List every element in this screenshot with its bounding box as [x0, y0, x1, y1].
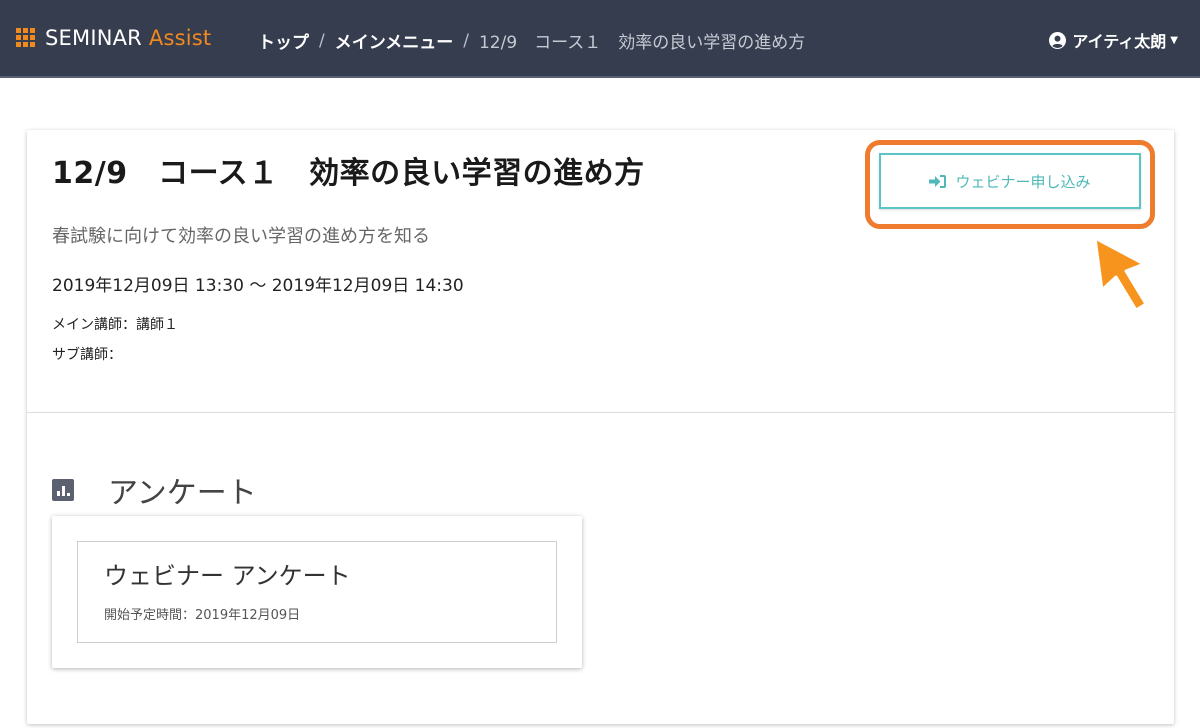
user-menu-dropdown[interactable]: アイティ太朗 ▼ [1049, 28, 1178, 52]
survey-item[interactable]: ウェビナー アンケート 開始予定時間：2019年12月09日 [77, 541, 557, 643]
course-datetime: 2019年12月09日 13:30 ～ 2019年12月09日 14:30 [52, 276, 464, 296]
survey-section-header: アンケート [52, 468, 257, 512]
brand-name: SEMINAR Assist [45, 26, 212, 50]
survey-start-time: 開始予定時間：2019年12月09日 [104, 608, 301, 623]
breadcrumb-separator: / [319, 30, 325, 51]
course-detail-card: 12/9 コース１ 効率の良い学習の進め方 春試験に向けて効率の良い学習の進め方… [27, 130, 1174, 724]
user-name: アイティ太朗 [1072, 32, 1167, 51]
webinar-apply-button[interactable]: ウェビナー申し込み [879, 153, 1141, 209]
survey-card: ウェビナー アンケート 開始予定時間：2019年12月09日 [52, 516, 582, 668]
main-instructor: メイン講師：講師１ [52, 317, 178, 333]
survey-section-title: アンケート [108, 476, 257, 511]
breadcrumb-top-link[interactable]: トップ [258, 28, 309, 53]
apply-button-label: ウェビナー申し込み [955, 172, 1091, 191]
top-navbar: SEMINAR Assist トップ / メインメニュー / 12/9 コース１… [0, 0, 1200, 78]
chevron-down-icon: ▼ [1170, 34, 1178, 46]
section-divider [27, 412, 1174, 413]
breadcrumb: トップ / メインメニュー / 12/9 コース１ 効率の良い学習の進め方 [258, 28, 806, 54]
pointer-arrow-icon [1093, 236, 1148, 312]
user-circle-icon [1049, 31, 1067, 49]
bar-chart-icon [52, 479, 74, 501]
breadcrumb-current-page: 12/9 コース１ 効率の良い学習の進め方 [478, 33, 806, 53]
survey-title: ウェビナー アンケート [104, 562, 351, 590]
brand-logo-link[interactable]: SEMINAR Assist [16, 26, 211, 50]
sign-in-icon [929, 174, 947, 188]
grid-logo-icon [16, 28, 36, 48]
breadcrumb-separator: / [463, 30, 469, 51]
course-description: 春試験に向けて効率の良い学習の進め方を知る [52, 226, 430, 247]
sub-instructor: サブ講師： [52, 347, 122, 363]
breadcrumb-main-menu-link[interactable]: メインメニュー [335, 28, 454, 53]
course-title: 12/9 コース１ 効率の良い学習の進め方 [52, 156, 645, 191]
